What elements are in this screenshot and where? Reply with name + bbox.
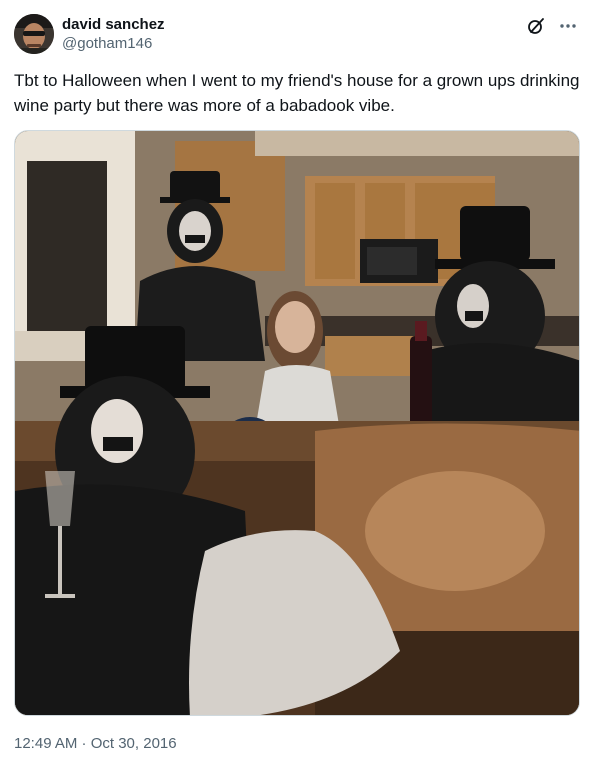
tweet-card: david sanchez @gotham146 Tbt to Hallowee… bbox=[0, 0, 592, 757]
photo-illustration bbox=[15, 131, 579, 715]
tweet-text: Tbt to Halloween when I went to my frien… bbox=[14, 71, 580, 115]
avatar[interactable] bbox=[14, 14, 54, 54]
header-actions bbox=[526, 16, 578, 36]
grok-icon[interactable] bbox=[526, 16, 546, 36]
tweet-header: david sanchez @gotham146 bbox=[14, 14, 578, 56]
tweet-photo[interactable] bbox=[14, 130, 580, 716]
display-name[interactable]: david sanchez bbox=[62, 15, 165, 34]
tweet-timestamp[interactable]: 12:49 AM · Oct 30, 2016 bbox=[14, 734, 177, 753]
avatar-image bbox=[14, 14, 54, 54]
more-options-icon[interactable] bbox=[558, 16, 578, 36]
author-names: david sanchez @gotham146 bbox=[62, 15, 165, 53]
user-handle[interactable]: @gotham146 bbox=[62, 34, 165, 53]
